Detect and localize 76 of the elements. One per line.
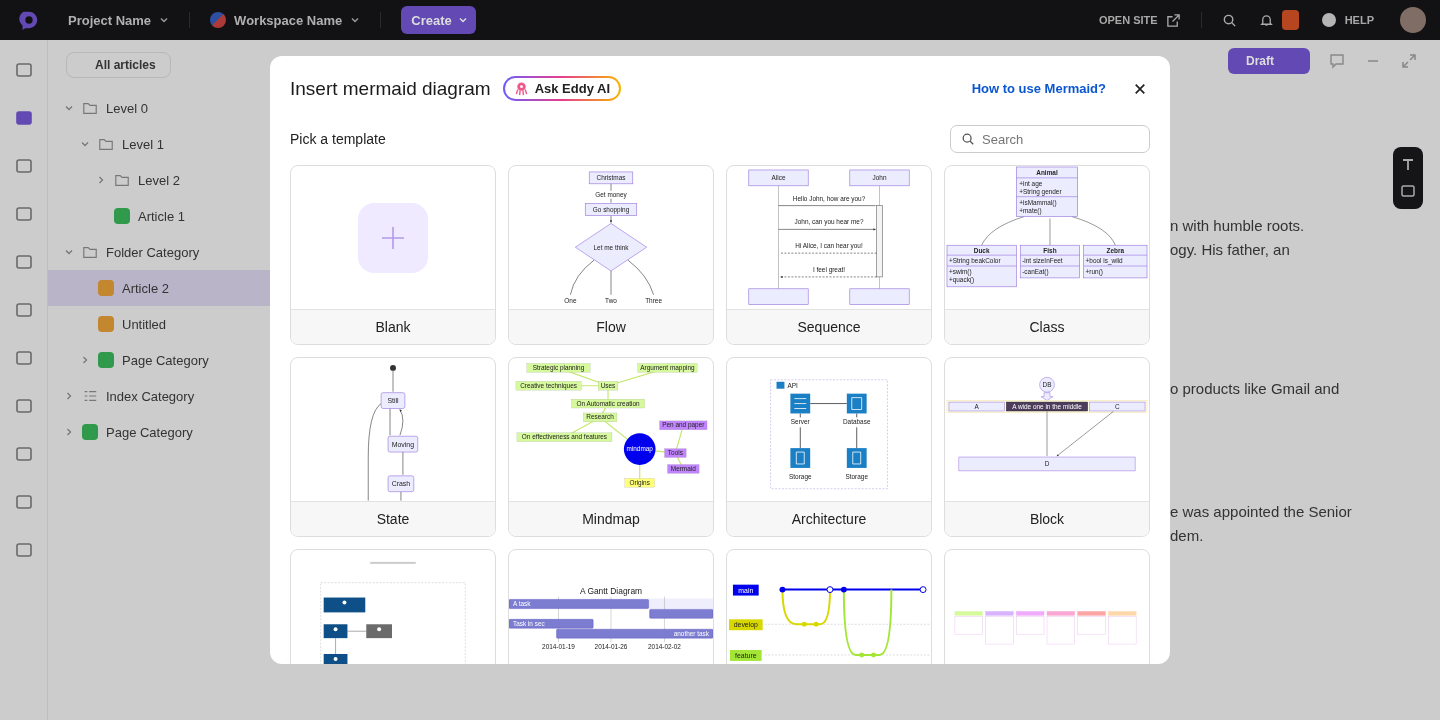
chevron-icon[interactable] [64,247,74,257]
article-text: ogy. His father, an [1170,240,1291,260]
chevron-icon[interactable] [80,139,90,149]
chevron-icon[interactable] [64,427,74,437]
workspace-avatar-icon [210,12,227,28]
tree-item[interactable]: Page Category [48,414,270,450]
caret-icon [457,15,468,25]
branch-tag [729,619,763,631]
chevron-icon[interactable] [96,175,106,185]
logo-icon[interactable] [18,9,40,31]
commit-dot [840,586,847,593]
template-name: Flow [509,309,713,344]
chevron-icon[interactable] [64,103,74,113]
commit-dot [859,652,865,658]
tree-item[interactable]: Page Category [48,342,270,378]
tree-item[interactable]: Level 2 [48,162,270,198]
template-name: Blank [291,309,495,344]
search-icon [961,132,975,146]
octopus-icon [513,81,529,96]
commit-dot [801,621,807,627]
open-site-link[interactable]: OPEN SITE [1098,14,1158,26]
tree-item[interactable]: Level 0 [48,90,270,126]
user-avatar[interactable] [1400,7,1426,33]
create-button[interactable]: Create [401,6,476,34]
commit-dot [871,652,877,658]
caret-icon [350,15,361,25]
branch-tag [729,650,762,661]
commit-dot [813,621,819,627]
help-link[interactable]: HELP [1344,14,1374,26]
text-icon[interactable] [1400,157,1416,173]
workspace-selector[interactable]: Workspace Name [234,12,343,28]
article-text: n with humble roots. [1170,216,1306,236]
plus-icon [358,202,428,273]
section-label: Pick a template [290,131,386,147]
template-name: Mindmap [509,501,713,536]
diagram-label: A Gantt Diagram [579,585,643,596]
folder-icon [114,172,130,188]
folder-icon [98,136,114,152]
caret-icon [159,15,170,25]
all-articles-filter[interactable]: All articles [66,52,171,78]
commit-dot [826,586,834,594]
branch-tag [732,584,759,596]
template-name: Sequence [727,309,931,344]
tree-item[interactable]: Folder Category [48,234,270,270]
project-selector[interactable]: Project Name [68,12,152,28]
search-icon[interactable] [1221,12,1237,28]
external-link-icon[interactable] [1165,12,1181,28]
list-icon [82,388,98,404]
commit-dot [779,586,786,593]
expand-icon[interactable] [1400,52,1418,70]
folder-icon [82,244,98,260]
chevron-icon[interactable] [80,355,90,365]
folder-icon [82,100,98,116]
template-card[interactable]: Blank [290,165,496,345]
search-field[interactable]: Search [950,125,1150,153]
chevron-icon[interactable] [64,391,74,401]
tree-item[interactable]: Index Category [48,378,270,414]
dialog-title: Insert mermaid diagram [290,77,491,100]
help-icon[interactable] [1320,12,1337,28]
article-text: dem. [1170,526,1205,546]
bell-icon[interactable] [1258,12,1274,28]
commit-dot [919,586,927,594]
draft-button[interactable]: Draft [1228,48,1310,74]
notification-badge [1281,10,1299,30]
close-icon[interactable] [1134,82,1146,95]
tree-item[interactable]: Article 1 [48,198,270,234]
article-text: o products like Gmail and [1170,379,1341,399]
template-name: Block [945,501,1149,536]
template-name: State [291,501,495,536]
tree-item[interactable]: Level 1 [48,126,270,162]
help-link[interactable]: How to use Mermaid? [971,81,1106,96]
tree-item[interactable]: Untitled [48,306,270,342]
template-name: Architecture [727,501,931,536]
article-text: e was appointed the Senior [1170,502,1353,522]
tree-item[interactable]: Article 2 [48,270,270,306]
template-name: Class [945,309,1149,344]
